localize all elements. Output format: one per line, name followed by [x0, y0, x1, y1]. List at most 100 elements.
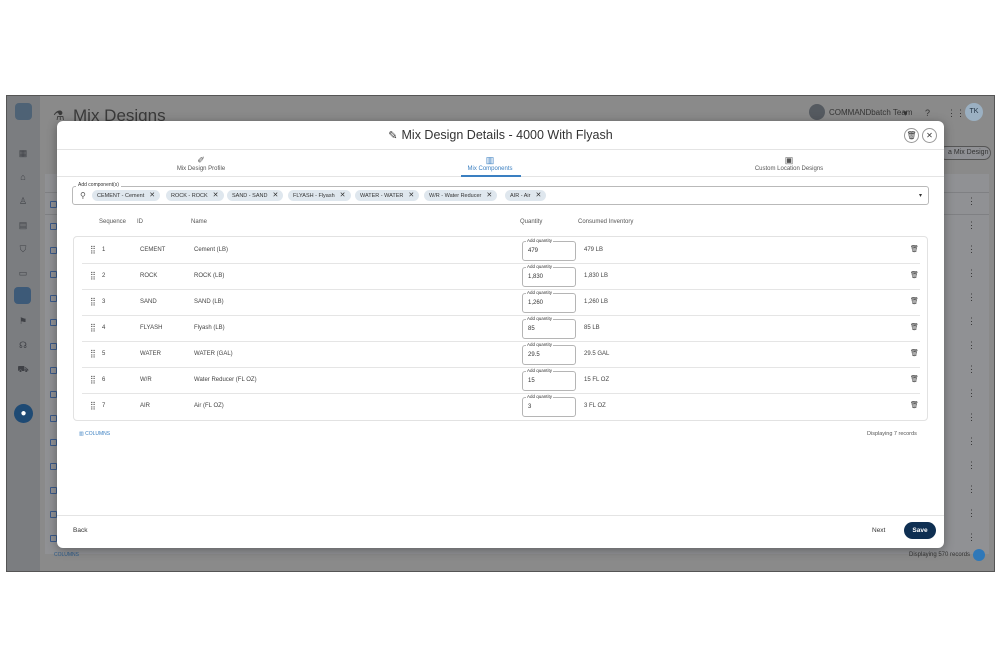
row-menu-icon[interactable]: ⋮	[967, 412, 976, 423]
chevron-down-icon[interactable]: ▾	[919, 192, 922, 199]
drag-handle-icon[interactable]: ⣿	[90, 245, 96, 254]
remove-chip-icon[interactable]: ✕	[486, 192, 492, 199]
row-menu-icon[interactable]: ⋮	[967, 196, 976, 207]
remove-chip-icon[interactable]: ✕	[213, 192, 219, 199]
trash-icon[interactable]: 🗑	[910, 323, 919, 331]
row-menu-icon[interactable]: ⋮	[967, 484, 976, 495]
row-checkbox[interactable]	[50, 511, 57, 518]
column-header-id[interactable]: ID	[137, 219, 143, 225]
trash-icon[interactable]: 🗑	[910, 297, 919, 305]
close-icon[interactable]: ✕	[922, 128, 937, 143]
component-chip[interactable]: W/R - Water Reducer ✕	[424, 190, 498, 201]
row-menu-icon[interactable]: ⋮	[967, 364, 976, 375]
row-menu-icon[interactable]: ⋮	[967, 532, 976, 543]
row-menu-icon[interactable]: ⋮	[967, 220, 976, 231]
quantity-input[interactable]: 15	[522, 371, 576, 391]
component-chip[interactable]: ROCK - ROCK ✕	[166, 190, 224, 201]
tab-mix-design-profile[interactable]: ✐ Mix Design Profile	[141, 155, 261, 172]
row-checkbox[interactable]	[50, 439, 57, 446]
next-button[interactable]: Next	[872, 527, 885, 534]
quantity-input[interactable]: 1,260	[522, 293, 576, 313]
drag-handle-icon[interactable]: ⣿	[90, 297, 96, 306]
row-menu-icon[interactable]: ⋮	[967, 460, 976, 471]
row-checkbox[interactable]	[50, 487, 57, 494]
quantity-input[interactable]: 85	[522, 319, 576, 339]
row-checkbox[interactable]	[50, 247, 57, 254]
team-selector[interactable]: COMMANDbatch Team	[829, 108, 912, 117]
building-icon[interactable]: ▤	[16, 218, 30, 232]
row-menu-icon[interactable]: ⋮	[967, 244, 976, 255]
flag-icon[interactable]: ⚑	[16, 314, 30, 328]
remove-chip-icon[interactable]: ✕	[340, 192, 346, 199]
trash-icon[interactable]: 🗑	[910, 401, 919, 409]
refresh-icon[interactable]	[973, 549, 985, 561]
quantity-input[interactable]: 1,830	[522, 267, 576, 287]
row-menu-icon[interactable]: ⋮	[967, 316, 976, 327]
dashboard-icon[interactable]: ▦	[16, 146, 30, 160]
row-checkbox[interactable]	[50, 367, 57, 374]
remove-chip-icon[interactable]: ✕	[408, 192, 414, 199]
column-header-name[interactable]: Name	[191, 219, 207, 225]
caret-down-icon[interactable]: ▾	[903, 108, 908, 119]
row-checkbox[interactable]	[50, 223, 57, 230]
trash-icon[interactable]: 🗑	[910, 349, 919, 357]
row-menu-icon[interactable]: ⋮	[967, 268, 976, 279]
row-checkbox[interactable]	[50, 535, 57, 542]
drag-handle-icon[interactable]: ⣿	[90, 349, 96, 358]
quantity-input[interactable]: 29.5	[522, 345, 576, 365]
card-icon[interactable]: ▭	[16, 266, 30, 280]
headset-icon[interactable]: ☊	[16, 338, 30, 352]
drag-handle-icon[interactable]: ⣿	[90, 271, 96, 280]
shield-icon[interactable]: ⛉	[16, 242, 30, 256]
component-chip[interactable]: AIR - Air ✕	[505, 190, 547, 201]
quantity-input[interactable]: 479	[522, 241, 576, 261]
bg-columns-button[interactable]: COLUMNS	[54, 552, 79, 558]
mix-designs-nav-icon[interactable]	[14, 287, 31, 304]
save-button[interactable]: Save	[904, 522, 936, 539]
row-checkbox[interactable]	[50, 463, 57, 470]
people-icon[interactable]: ♙	[16, 194, 30, 208]
drag-handle-icon[interactable]: ⣿	[90, 375, 96, 384]
drag-handle-icon[interactable]: ⣿	[90, 401, 96, 410]
remove-chip-icon[interactable]: ✕	[149, 192, 155, 199]
add-mix-design-button[interactable]: a Mix Design	[939, 146, 991, 160]
row-checkbox[interactable]	[50, 343, 57, 350]
quantity-input[interactable]: 3	[522, 397, 576, 417]
user-avatar[interactable]: TK	[965, 103, 983, 121]
component-chip[interactable]: WATER - WATER ✕	[355, 190, 420, 201]
trash-icon[interactable]: 🗑	[910, 271, 919, 279]
component-chip[interactable]: FLYASH - Flyash ✕	[288, 190, 351, 201]
row-checkbox[interactable]	[50, 391, 57, 398]
row-menu-icon[interactable]: ⋮	[967, 292, 976, 303]
truck-icon[interactable]: ⛟	[16, 362, 30, 376]
tab-mix-components[interactable]: ▥ Mix Components	[430, 155, 550, 172]
apps-grid-icon[interactable]: ⋮⋮	[947, 108, 965, 119]
tab-custom-location-designs[interactable]: ▣ Custom Location Designs	[729, 155, 849, 172]
row-checkbox[interactable]	[50, 271, 57, 278]
remove-chip-icon[interactable]: ✕	[272, 192, 278, 199]
remove-chip-icon[interactable]: ✕	[535, 192, 541, 199]
drag-handle-icon[interactable]: ⣿	[90, 323, 96, 332]
component-chip[interactable]: SAND - SAND ✕	[227, 190, 284, 201]
row-menu-icon[interactable]: ⋮	[967, 388, 976, 399]
row-checkbox[interactable]	[50, 319, 57, 326]
row-menu-icon[interactable]: ⋮	[967, 436, 976, 447]
trash-icon[interactable]: 🗑	[910, 375, 919, 383]
row-menu-icon[interactable]: ⋮	[967, 340, 976, 351]
column-header-consumed-inventory[interactable]: Consumed Inventory	[578, 219, 633, 225]
columns-button[interactable]: ▥ COLUMNS	[79, 431, 110, 437]
home-icon[interactable]: ⌂	[16, 170, 30, 184]
column-header-sequence[interactable]: Sequence	[99, 219, 126, 225]
row-menu-icon[interactable]: ⋮	[967, 508, 976, 519]
back-button[interactable]: Back	[73, 527, 87, 534]
delete-icon[interactable]: 🗑	[904, 128, 919, 143]
help-icon[interactable]: ?	[925, 108, 930, 118]
component-chip[interactable]: CEMENT - Cement ✕	[92, 190, 161, 201]
pencil-icon: ✎	[388, 130, 398, 142]
lightbulb-icon[interactable]: ●	[14, 404, 33, 423]
trash-icon[interactable]: 🗑	[910, 245, 919, 253]
row-checkbox[interactable]	[50, 295, 57, 302]
row-checkbox[interactable]	[50, 201, 57, 208]
column-header-quantity[interactable]: Quantity	[520, 219, 542, 225]
row-checkbox[interactable]	[50, 415, 57, 422]
